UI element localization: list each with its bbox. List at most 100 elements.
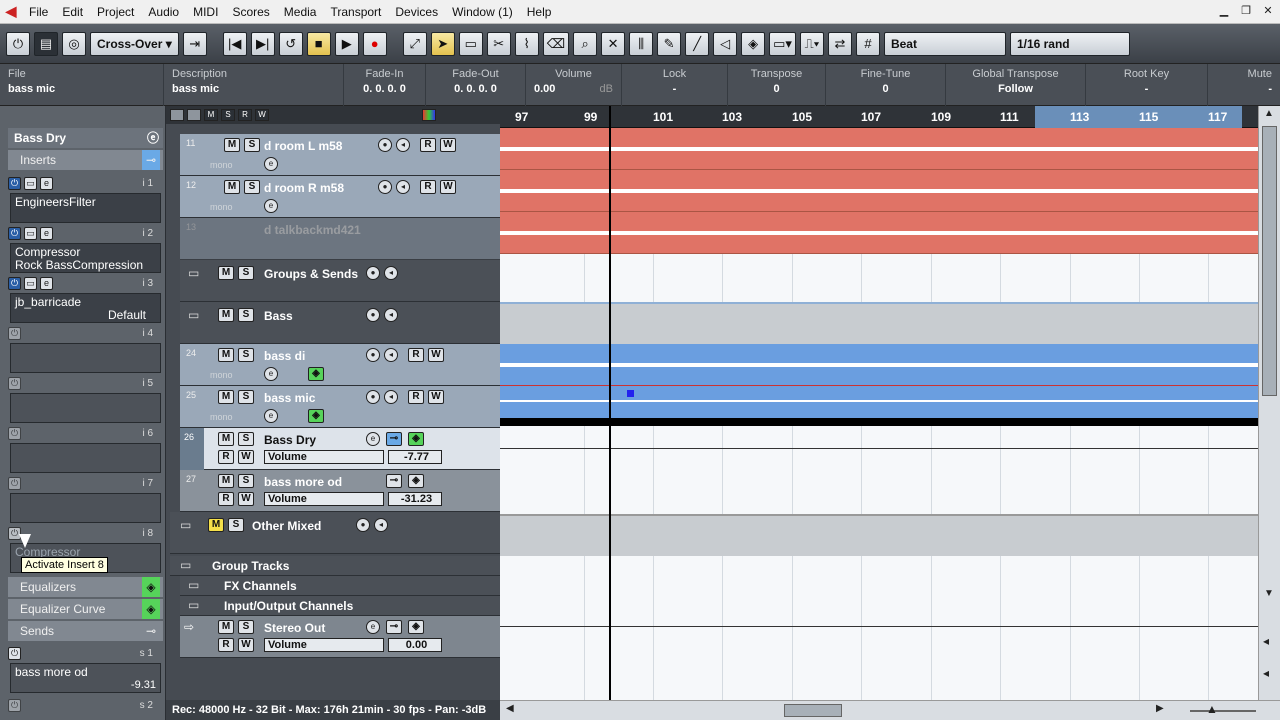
insert-4-power-icon[interactable]: ⏻ [8,326,21,340]
timeline-ruler[interactable]: 97 99 101 103 105 107 109 111 113 115 11… [500,106,1262,128]
track-11-mute-button[interactable]: M [224,138,240,152]
zoom-in-vertical-icon[interactable]: ◂ [1263,634,1269,648]
timewarp-tool-icon[interactable]: ⫼ [629,31,654,56]
stop-icon[interactable]: ■ [306,31,331,56]
scissors-tool-icon[interactable]: ✂ [486,31,511,56]
folder-groups-sends[interactable]: ▭ M S Groups & Sends ● ◂ [180,260,500,302]
vertical-scrollbar[interactable]: ▲ ▼ ◂ ◂ [1258,106,1280,700]
track-24-monitor-icon[interactable]: ◂ [384,348,398,362]
track-26-read-button[interactable]: R [218,450,234,464]
mute-tool-icon[interactable]: ✕ [601,31,626,56]
insert-slot-3[interactable]: jb_barricade Default [10,293,161,323]
track-25-mute-button[interactable]: M [218,390,234,404]
scroll-right-icon[interactable]: ▶ [1156,703,1164,714]
track-27-name[interactable]: bass more od [264,475,342,489]
folder-part-bass[interactable] [500,302,1258,344]
folder-io-channels[interactable]: ▭ Input/Output Channels [180,596,500,616]
track-24-edit-icon[interactable]: e [264,367,278,381]
bass-folder-mute-button[interactable]: M [218,308,234,322]
close-icon[interactable]: ✕ [1260,3,1276,19]
erase-tool-icon[interactable]: ⌫ [542,31,570,56]
stereo-out-read-button[interactable]: R [218,638,234,652]
audio-event-track-24[interactable] [500,344,1258,386]
track-11-read-button[interactable]: R [420,138,436,152]
horizontal-scrollbar[interactable]: ◀ ▶ ▲ [500,700,1280,720]
track-24-eq-icon[interactable]: ◈ [308,367,324,381]
track-27-mute-button[interactable]: M [218,474,234,488]
snap-mode-icon[interactable]: ⎍▾ [799,31,824,56]
track-25-name[interactable]: bass mic [264,391,315,405]
track-25-read-button[interactable]: R [408,390,424,404]
record-icon[interactable]: ● [362,31,387,56]
stereo-out-edit-icon[interactable]: e [366,620,380,634]
track-26[interactable]: 26 M S Bass Dry e ⊸ ◈ R W Volume -7.77 [180,428,500,470]
track-colors-icon[interactable] [422,109,436,121]
menu-project[interactable]: Project [90,0,141,24]
insert-2-edit-icon[interactable]: e [40,226,53,240]
split-icon[interactable]: ⤢ [402,31,427,56]
scroll-thumb[interactable] [784,704,842,717]
info-finetune[interactable]: Fine-Tune 0 [826,64,946,106]
track-13[interactable]: 13 d talkbackmd421 [180,218,500,260]
eq-bypass-icon[interactable]: ◈ [142,577,160,597]
info-transpose[interactable]: Transpose 0 [728,64,826,106]
track-24-mute-button[interactable]: M [218,348,234,362]
other-mixed-solo-button[interactable]: S [228,518,244,532]
folder-part-other-mixed[interactable] [500,514,1258,556]
zoom-tool-icon[interactable]: ⌕ [573,31,598,56]
insert-7-power-icon[interactable]: ⏻ [8,476,21,490]
audio-event-track-25[interactable] [500,386,1258,418]
bass-folder-record-icon[interactable]: ● [366,308,380,322]
menu-scores[interactable]: Scores [225,0,276,24]
event-handle-icon[interactable] [627,390,634,397]
track-12-write-button[interactable]: W [440,180,456,194]
insert-slot-2[interactable]: Compressor Rock BassCompression [10,243,161,273]
folder-bass[interactable]: ▭ M S Bass ● ◂ [180,302,500,344]
track-12-solo-button[interactable]: S [244,180,260,194]
track-25-record-icon[interactable]: ● [366,390,380,404]
track-24-solo-button[interactable]: S [238,348,254,362]
event-display[interactable] [500,128,1258,700]
draw-tool-icon[interactable]: ✎ [657,31,682,56]
stereo-out-value[interactable]: 0.00 [388,638,442,652]
track-26-name[interactable]: Bass Dry [264,433,316,447]
restore-icon[interactable]: ❐ [1238,3,1254,19]
read-all-icon[interactable]: R [238,109,252,121]
info-description[interactable]: Description bass mic [164,64,344,106]
stereo-out-param[interactable]: Volume [264,638,384,652]
track-25-write-button[interactable]: W [428,390,444,404]
window-layout-icon[interactable]: ▤ [34,31,58,56]
send-2-power-icon[interactable]: ⏻ [8,698,21,712]
track-27-param[interactable]: Volume [264,492,384,506]
track-26-value[interactable]: -7.77 [388,450,442,464]
sends-section[interactable]: Sends ⊸ [8,621,163,641]
info-fadein[interactable]: Fade-In 0. 0. 0. 0 [344,64,426,106]
insert-1-edit-icon[interactable]: e [40,176,53,190]
stereo-out-name[interactable]: Stereo Out [264,621,325,635]
go-to-end-icon[interactable]: ▶| [250,31,275,56]
track-11-write-button[interactable]: W [440,138,456,152]
folder-fx-channels[interactable]: ▭ FX Channels [180,576,500,596]
write-all-icon[interactable]: W [255,109,269,121]
track-11-record-icon[interactable]: ● [378,138,392,152]
track-25[interactable]: 25 M S bass mic ● ◂ R W mono e ◈ [180,386,500,428]
constrain-delay-icon[interactable]: ◎ [62,31,86,56]
track-27[interactable]: 27 M S bass more od ⊸ ◈ R W Volume -31.2… [180,470,500,512]
color-select-icon[interactable]: ▭▾ [769,31,796,56]
other-mixed-monitor-icon[interactable]: ◂ [374,518,388,532]
groups-sends-name[interactable]: Groups & Sends [264,267,358,281]
quantize-select[interactable]: 1/16 rand [1009,31,1130,56]
track-list-option-icon[interactable] [187,109,201,121]
minimize-icon[interactable]: ▁ [1216,3,1232,19]
track-24-record-icon[interactable]: ● [366,348,380,362]
inserts-bypass-icon[interactable]: ⊸ [142,150,160,170]
groups-mute-button[interactable]: M [218,266,234,280]
insert-3-power-icon[interactable]: ⏻ [8,276,21,290]
track-27-write-button[interactable]: W [238,492,254,506]
track-12-edit-icon[interactable]: e [264,199,278,213]
track-25-edit-icon[interactable]: e [264,409,278,423]
menu-window[interactable]: Window (1) [445,0,520,24]
mute-all-icon[interactable]: M [204,109,218,121]
track-stereo-out[interactable]: ⇨ M S Stereo Out e ⊸ ◈ R W Volume 0.00 [180,616,500,658]
sends-bypass-icon[interactable]: ⊸ [142,621,160,641]
